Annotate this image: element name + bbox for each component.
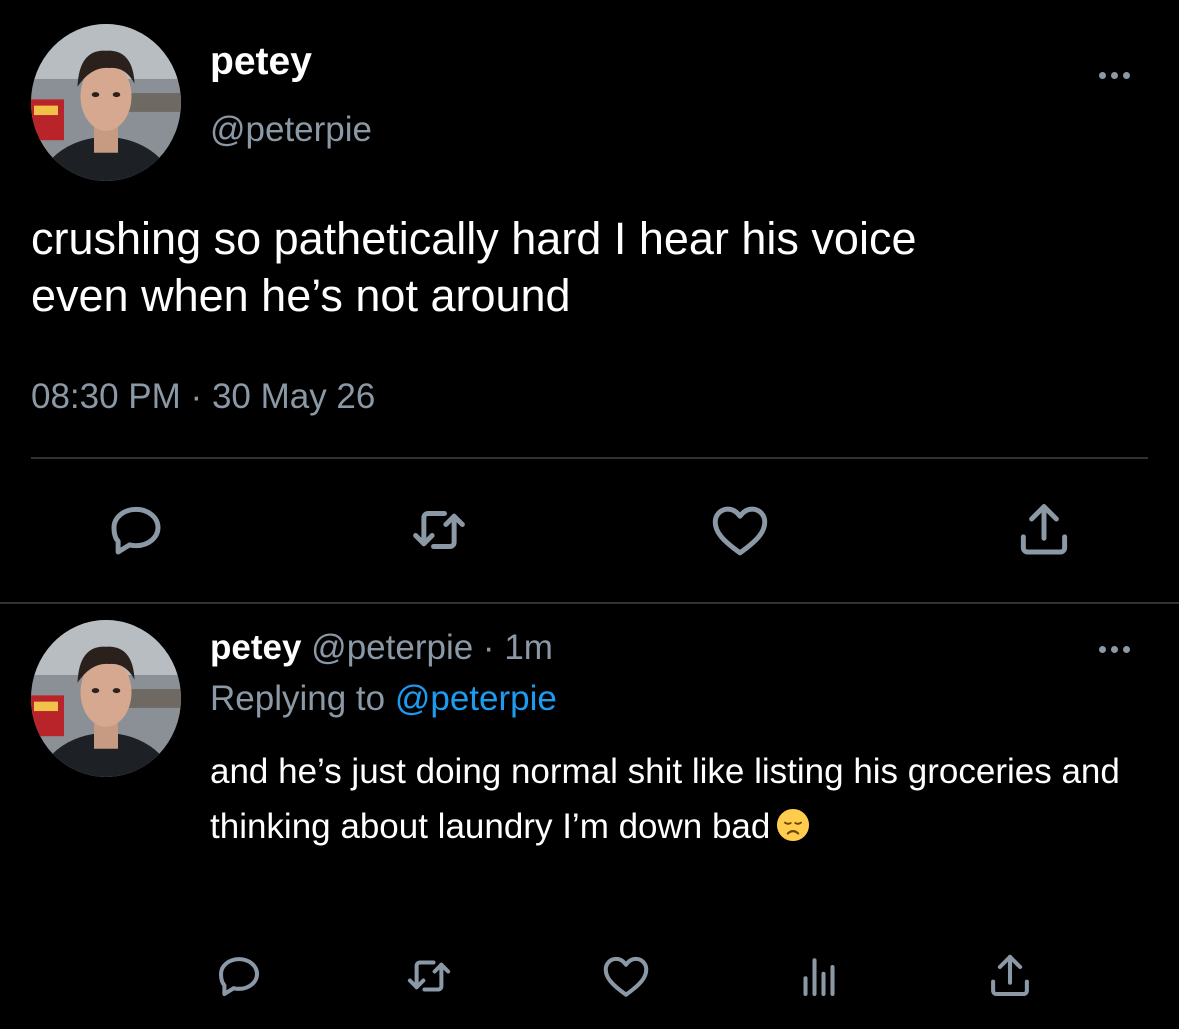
tweet-date: 30 May 26 bbox=[211, 377, 376, 416]
author-avatar[interactable] bbox=[31, 24, 181, 181]
disappointed-face-emoji bbox=[776, 808, 810, 842]
share-icon[interactable] bbox=[983, 949, 1037, 1003]
replying-to-mention[interactable]: @peterpie bbox=[395, 679, 557, 718]
meta-separator: · bbox=[190, 377, 203, 416]
meta-separator: · bbox=[482, 628, 495, 667]
replying-to-line: Replying to @peterpie bbox=[210, 677, 557, 721]
retweet-icon[interactable] bbox=[406, 497, 472, 563]
tweet-text-line: even when he’s not around bbox=[31, 270, 571, 321]
author-display-name[interactable]: petey bbox=[210, 38, 312, 86]
reply-text-block: and he’s just doing normal shit like lis… bbox=[210, 744, 1170, 854]
reply-more-options-icon[interactable] bbox=[1097, 642, 1137, 658]
tweet-time: 08:30 PM bbox=[31, 377, 181, 416]
analytics-icon[interactable] bbox=[792, 949, 846, 1003]
tweet-text: crushing so pathetically hard I hear his… bbox=[31, 210, 1166, 324]
retweet-icon[interactable] bbox=[402, 949, 456, 1003]
reply-icon[interactable] bbox=[103, 497, 169, 563]
like-icon[interactable] bbox=[599, 949, 653, 1003]
share-icon[interactable] bbox=[1011, 497, 1077, 563]
reply-icon[interactable] bbox=[212, 949, 266, 1003]
reply-author-display-name[interactable]: petey bbox=[210, 628, 301, 667]
author-handle[interactable]: @peterpie bbox=[210, 108, 372, 152]
reply-time-ago[interactable]: 1m bbox=[504, 628, 553, 667]
reply-author-handle[interactable]: @peterpie bbox=[311, 628, 473, 667]
more-options-icon[interactable] bbox=[1097, 68, 1137, 84]
tweet-text-line: crushing so pathetically hard I hear his… bbox=[31, 213, 917, 264]
reply-text: and he’s just doing normal shit like lis… bbox=[210, 752, 1120, 846]
tweet-separator bbox=[0, 602, 1179, 604]
reply-author-avatar[interactable] bbox=[31, 620, 181, 777]
like-icon[interactable] bbox=[707, 497, 773, 563]
reply-header: petey @peterpie · 1m bbox=[210, 626, 553, 670]
tweet-timestamp[interactable]: 08:30 PM · 30 May 26 bbox=[31, 375, 375, 419]
action-bar-divider bbox=[31, 457, 1148, 459]
replying-to-label: Replying to bbox=[210, 679, 386, 718]
